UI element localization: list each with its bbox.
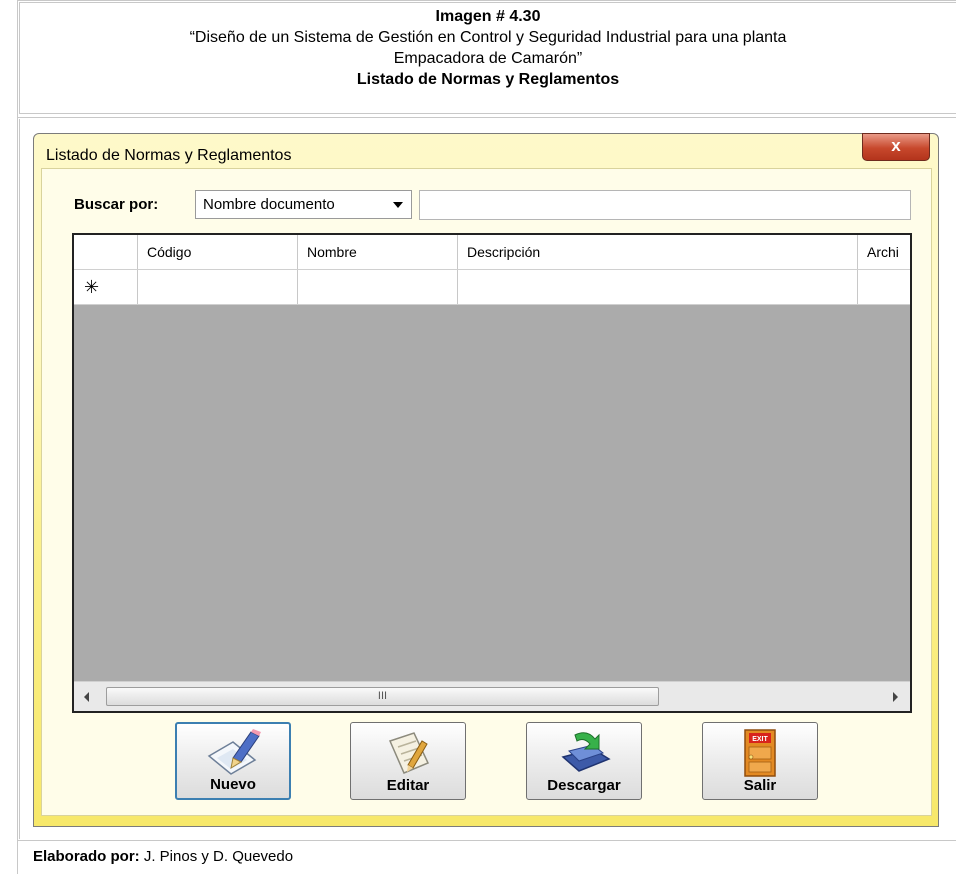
search-field-select[interactable]: Nombre documento <box>195 190 412 219</box>
caption-title: Listado de Normas y Reglamentos <box>356 71 620 88</box>
caption-divider <box>17 117 956 118</box>
salir-label: Salir <box>743 777 777 794</box>
search-field-selected: Nombre documento <box>203 196 335 213</box>
window-title: Listado de Normas y Reglamentos <box>46 147 292 164</box>
close-icon: x <box>891 136 901 155</box>
caption-subtitle-line1: “Diseño de un Sistema de Gestión en Cont… <box>189 29 787 46</box>
scroll-left-icon[interactable] <box>84 692 89 702</box>
cell-codigo[interactable] <box>138 270 298 304</box>
search-label: Buscar por: <box>74 196 159 213</box>
caption-heading: Imagen # 4.30 <box>435 8 541 25</box>
cell-descripcion[interactable] <box>458 270 858 304</box>
cell-nombre[interactable] <box>298 270 458 304</box>
column-header-nombre[interactable]: Nombre <box>298 235 458 269</box>
column-header-codigo[interactable]: Código <box>138 235 298 269</box>
data-grid[interactable]: Código Nombre Descripción Archi ✳ III <box>72 233 912 713</box>
descargar-label: Descargar <box>547 777 621 794</box>
salir-button[interactable]: EXIT Salir <box>702 722 818 800</box>
nuevo-button[interactable]: Nuevo <box>175 722 291 800</box>
row-header-corner <box>74 235 138 269</box>
exit-sign-text: EXIT <box>752 736 768 743</box>
column-header-descripcion[interactable]: Descripción <box>458 235 858 269</box>
download-icon <box>561 732 611 772</box>
footer-label: Elaborado por: <box>33 848 140 865</box>
table-row[interactable]: ✳ <box>74 270 910 305</box>
descargar-button[interactable]: Descargar <box>526 722 642 800</box>
new-row-marker: ✳ <box>74 270 138 304</box>
new-document-icon <box>207 729 261 775</box>
nuevo-label: Nuevo <box>210 776 256 793</box>
scroll-right-icon[interactable] <box>893 692 898 702</box>
footer-credit: Elaborado por: J. Pinos y D. Quevedo <box>33 848 293 865</box>
cell-archivo[interactable] <box>858 270 910 304</box>
exit-door-icon: EXIT <box>744 729 776 777</box>
editar-label: Editar <box>386 777 430 794</box>
figure-caption: Imagen # 4.30 “Diseño de un Sistema de G… <box>19 2 956 114</box>
chevron-down-icon <box>393 202 403 208</box>
caption-subtitle-line2: Empacadora de Camarón” <box>393 50 583 67</box>
footer-divider <box>17 840 956 841</box>
edit-document-icon <box>388 732 430 774</box>
search-input[interactable] <box>419 190 911 220</box>
footer-authors: J. Pinos y D. Quevedo <box>139 848 294 865</box>
scrollbar-thumb[interactable]: III <box>106 687 659 706</box>
close-button[interactable]: x <box>862 133 930 161</box>
editar-button[interactable]: Editar <box>350 722 466 800</box>
horizontal-scrollbar[interactable]: III <box>74 681 910 711</box>
grid-header-row: Código Nombre Descripción Archi <box>74 235 910 270</box>
column-header-archivo[interactable]: Archi <box>858 235 910 269</box>
